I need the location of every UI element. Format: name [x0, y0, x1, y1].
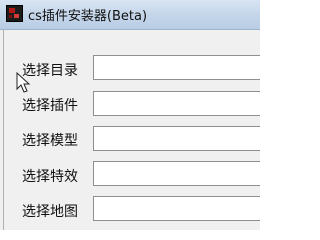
select-map-label: 选择地图 — [22, 204, 78, 220]
select-model-input[interactable] — [93, 126, 260, 151]
app-icon[interactable] — [6, 5, 23, 22]
select-map-input[interactable] — [93, 196, 260, 221]
installer-window: cs插件安装器(Beta) 选择目录 选择插件 选择模型 选择特效 选择地图 — [0, 0, 260, 230]
mouse-pointer-icon — [16, 72, 31, 93]
title-bar[interactable]: cs插件安装器(Beta) — [0, 0, 260, 30]
select-effect-label: 选择特效 — [22, 169, 78, 185]
select-model-label: 选择模型 — [22, 133, 78, 149]
select-plugin-label: 选择插件 — [22, 98, 78, 114]
select-directory-input[interactable] — [93, 55, 260, 80]
window-title: cs插件安装器(Beta) — [28, 9, 148, 24]
select-plugin-input[interactable] — [93, 91, 260, 116]
select-effect-input[interactable] — [93, 161, 260, 186]
